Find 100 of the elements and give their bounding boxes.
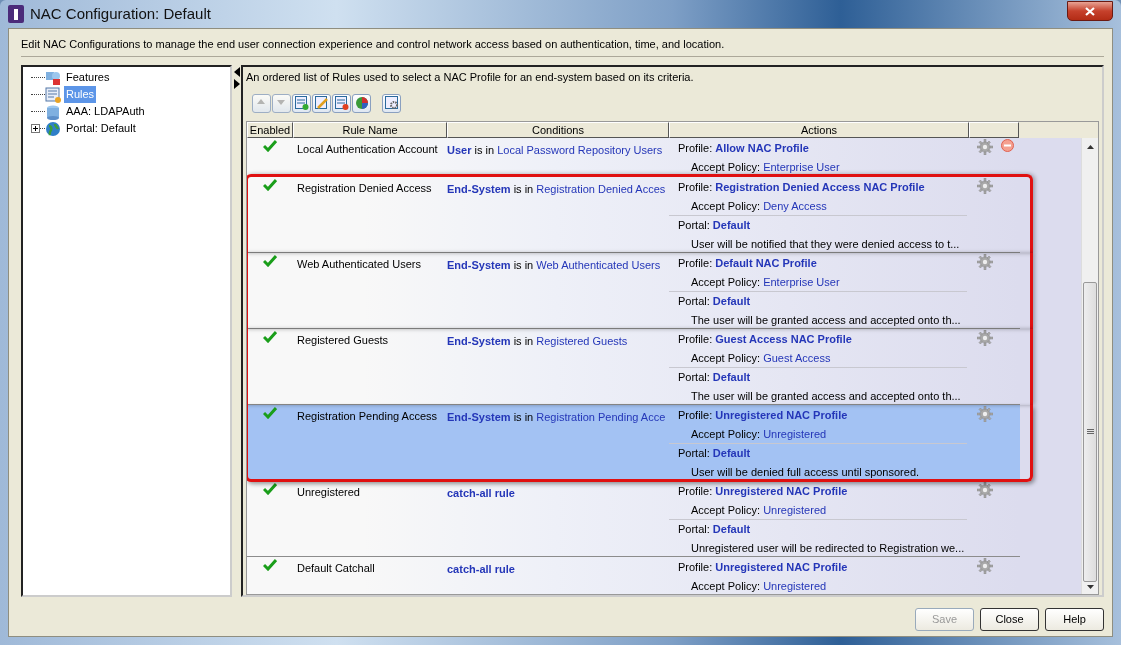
- remove-button[interactable]: [332, 93, 351, 113]
- gear-icon: [977, 481, 993, 498]
- portal-label: Portal:: [678, 370, 711, 383]
- features-icon: [45, 69, 61, 86]
- profile-label: Profile:: [678, 484, 714, 497]
- condition-text: catch-all rule: [447, 562, 515, 575]
- policy-link[interactable]: Unregistered: [763, 579, 827, 592]
- column-header[interactable]: [969, 121, 1019, 138]
- column-header[interactable]: Actions: [669, 121, 969, 138]
- profile-link[interactable]: Unregistered NAC Profile: [715, 484, 848, 497]
- rule-name: Local Authentication Account: [297, 142, 438, 155]
- gear-icon: [977, 557, 993, 574]
- gear-icon: [977, 177, 993, 194]
- gear-icon: [977, 138, 993, 155]
- portal-label: Portal:: [678, 294, 711, 307]
- profile-link[interactable]: Guest Access NAC Profile: [715, 332, 852, 345]
- profile-link[interactable]: Registration Denied Access NAC Profile: [715, 180, 925, 193]
- profile-label: Profile:: [678, 141, 714, 154]
- pie-chart-icon: [354, 96, 369, 110]
- portal-note: The user will be granted access and accepted onto th...: [691, 389, 961, 402]
- rule-name: Registration Pending Access: [297, 409, 438, 422]
- add-button[interactable]: [292, 93, 311, 113]
- rule-row[interactable]: Registered Guests End-System is in Registered Guests Profile: Guest Access NAC Profile Accept Policy: Guest Access Portal: Default The user will be granted access and accepted onto th...: [247, 328, 1020, 405]
- database-icon: [45, 103, 61, 120]
- column-header[interactable]: Rule Name: [293, 121, 447, 138]
- tree-item[interactable]: AAA: LDAPAuth: [64, 103, 147, 120]
- policy-label: Accept Policy:: [691, 503, 762, 516]
- condition-text: catch-all rule: [447, 486, 515, 499]
- remove-icon: [334, 96, 349, 110]
- dialog-button[interactable]: Close: [980, 608, 1039, 631]
- gear-icon: [977, 329, 993, 346]
- add-icon: [294, 96, 309, 110]
- portal-link[interactable]: Default: [712, 370, 751, 383]
- close-icon: [1085, 6, 1095, 16]
- gear-icon: [977, 405, 993, 422]
- policy-link[interactable]: Unregistered: [763, 427, 827, 440]
- edit-icon: [314, 96, 329, 110]
- gear-icon: [977, 253, 993, 270]
- rule-row[interactable]: Web Authenticated Users End-System is in Web Authenticated Users Profile: Default NAC Profile Accept Policy: Enterprise User Portal: Default The user will be granted access and accepted onto th...: [247, 252, 1020, 329]
- profile-label: Profile:: [678, 256, 714, 269]
- tree-item[interactable]: Portal: Default: [64, 120, 138, 137]
- close-button[interactable]: [1067, 1, 1113, 21]
- condition-text: End-System is in Registration Pending Acce: [447, 410, 666, 423]
- rule-name: Web Authenticated Users: [297, 257, 421, 270]
- rule-row[interactable]: Unregistered catch-all rule Profile: Unregistered NAC Profile Accept Policy: Unregistered Portal: Default Unregistered user will be redirected to Registration we...: [247, 480, 1020, 557]
- portal-note: Unregistered user will be redirected to Registration we...: [691, 541, 965, 554]
- profile-label: Profile:: [678, 180, 714, 193]
- rule-name: Unregistered: [297, 485, 360, 498]
- profile-link[interactable]: Unregistered NAC Profile: [715, 408, 848, 421]
- portal-note: User will be notified that they were denied access to t...: [691, 237, 960, 250]
- policy-link[interactable]: Enterprise User: [763, 160, 840, 173]
- policy-label: Accept Policy:: [691, 579, 762, 592]
- policy-label: Accept Policy:: [691, 199, 762, 212]
- edit-button[interactable]: [312, 93, 331, 113]
- portal-label: Portal:: [678, 522, 711, 535]
- rules-icon: [45, 86, 61, 103]
- profile-label: Profile:: [678, 408, 714, 421]
- tree-item[interactable]: Features: [64, 69, 112, 86]
- app-icon: [8, 5, 24, 23]
- condition-text: User is in Local Password Repository Users: [447, 143, 663, 156]
- settings-button[interactable]: [382, 93, 401, 113]
- description-text: Edit NAC Configurations to manage the end user connection experience and control network access based on authentication, time, and location.: [21, 37, 725, 53]
- portal-link[interactable]: Default: [712, 522, 751, 535]
- column-header[interactable]: Conditions: [447, 121, 669, 138]
- scrollbar[interactable]: [1081, 137, 1098, 594]
- rule-row[interactable]: Default Catchall catch-all rule Profile: Unregistered NAC Profile Accept Policy: Unregistered: [247, 556, 1020, 594]
- globe-icon: [45, 120, 61, 137]
- portal-link[interactable]: Default: [712, 294, 751, 307]
- window-title: NAC Configuration: Default: [30, 3, 211, 24]
- profile-link[interactable]: Unregistered NAC Profile: [715, 560, 848, 573]
- policy-link[interactable]: Enterprise User: [763, 275, 840, 288]
- profile-link[interactable]: Default NAC Profile: [715, 256, 817, 269]
- portal-link[interactable]: Default: [712, 446, 751, 459]
- profile-label: Profile:: [678, 332, 714, 345]
- dialog-button[interactable]: Help: [1045, 608, 1104, 631]
- policy-link[interactable]: Guest Access: [763, 351, 831, 364]
- portal-label: Portal:: [678, 218, 711, 231]
- pie-chart-button[interactable]: [352, 93, 371, 113]
- rule-name: Registration Denied Access: [297, 181, 432, 194]
- portal-note: User will be denied full access until sponsored.: [691, 465, 920, 478]
- policy-link[interactable]: Unregistered: [763, 503, 827, 516]
- scroll-up-icon: [1085, 143, 1095, 150]
- profile-link[interactable]: Allow NAC Profile: [715, 141, 809, 154]
- intro-text: An ordered list of Rules used to select a NAC Profile for an end-system based on its criteria.: [246, 70, 695, 85]
- scroll-thumb[interactable]: [1083, 281, 1097, 582]
- settings-icon: [384, 96, 399, 110]
- rule-row[interactable]: Local Authentication Account User is in Local Password Repository Users Profile: Allow NAC Profile Accept Policy: Enterprise User: [247, 137, 1020, 177]
- policy-label: Accept Policy:: [691, 160, 762, 173]
- portal-link[interactable]: Default: [712, 218, 751, 231]
- portal-note: The user will be granted access and accepted onto th...: [691, 313, 961, 326]
- profile-label: Profile:: [678, 560, 714, 573]
- column-header[interactable]: Enabled: [247, 121, 293, 138]
- expand-icon[interactable]: [31, 124, 40, 133]
- policy-label: Accept Policy:: [691, 427, 762, 440]
- portal-label: Portal:: [678, 446, 711, 459]
- policy-link[interactable]: Deny Access: [763, 199, 827, 212]
- scroll-down-icon: [1085, 584, 1095, 590]
- condition-text: End-System is in Web Authenticated Users: [447, 258, 661, 271]
- rule-row[interactable]: Registration Pending Access End-System is in Registration Pending Acce Profile: Unregistered NAC Profile Accept Policy: Unregistered Portal: Default User will be denied full access until sponsored.: [247, 404, 1020, 481]
- rule-name: Registered Guests: [297, 333, 389, 346]
